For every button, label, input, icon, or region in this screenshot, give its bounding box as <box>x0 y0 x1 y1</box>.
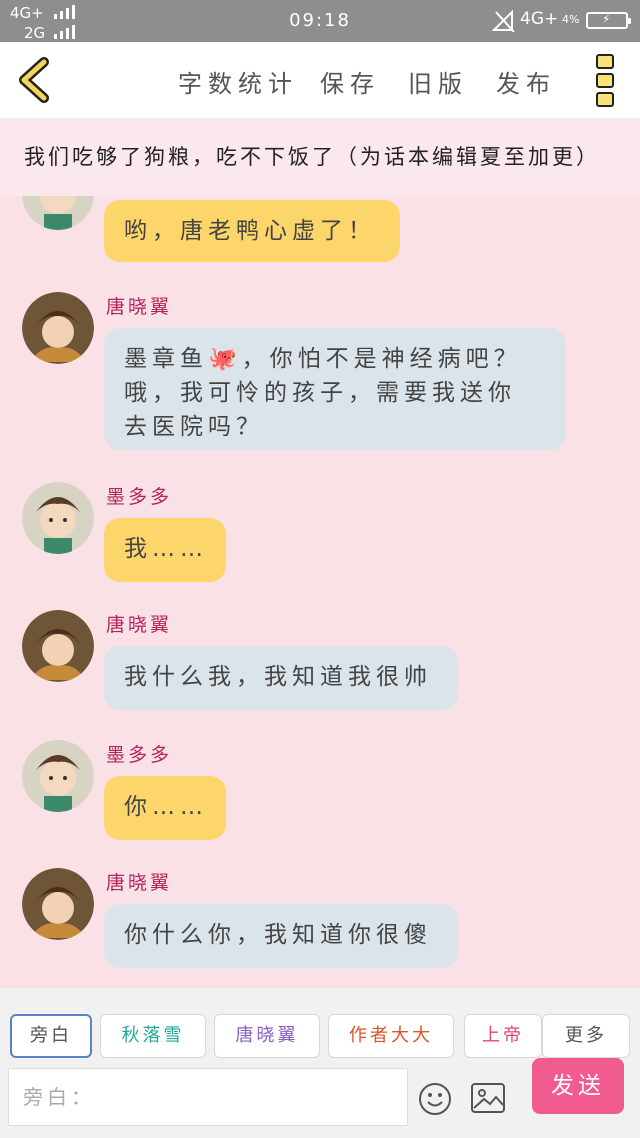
avatar-tangxiaoyi[interactable] <box>22 610 94 682</box>
message-line-2: 哦，我可怜的孩子，需要我送你 <box>124 380 516 406</box>
role-button-author[interactable]: 作者大大 <box>328 1014 454 1058</box>
message-text: 我什么我，我知道我很帅 <box>124 664 432 690</box>
avatar-moduoduo[interactable] <box>22 196 94 230</box>
avatar-moduoduo[interactable] <box>22 740 94 812</box>
battery-percent: 4% <box>562 13 580 26</box>
back-button[interactable] <box>14 56 56 104</box>
role-button-more[interactable]: 更多 <box>542 1014 630 1058</box>
role-button-qiuluoxue[interactable]: 秋落雪 <box>100 1014 206 1058</box>
avatar-moduoduo[interactable] <box>22 482 94 554</box>
role-label: 作者大大 <box>349 1025 433 1046</box>
role-label: 旁白 <box>30 1025 72 1046</box>
message-bubble[interactable]: 我…… <box>104 518 226 582</box>
role-label: 秋落雪 <box>121 1025 185 1046</box>
battery-icon: ⚡ <box>586 12 631 29</box>
chat-area[interactable]: 哟，唐老鸭心虚了！ 唐晓翼 墨章鱼🐙，你怕不是神经病吧？ 哦，我可怜的孩子，需要… <box>0 196 640 988</box>
old-version-button[interactable]: 旧版 <box>408 64 468 99</box>
image-icon[interactable] <box>470 1082 506 1114</box>
message-line-3: 去医院吗？ <box>124 414 264 440</box>
save-button[interactable]: 保存 <box>320 64 380 99</box>
input-prefix: 旁白： <box>23 1085 95 1109</box>
avatar-tangxiaoyi[interactable] <box>22 868 94 940</box>
message-bubble[interactable]: 我什么我，我知道我很帅 <box>104 646 458 710</box>
publish-button[interactable]: 发布 <box>496 64 556 99</box>
speaker-name: 唐晓翼 <box>106 614 173 636</box>
speaker-name: 墨多多 <box>106 744 173 766</box>
message-bubble[interactable]: 你什么你，我知道你很傻 <box>104 904 458 968</box>
role-button-tangxiaoyi[interactable]: 唐晓翼 <box>214 1014 320 1058</box>
message-text: 我…… <box>124 536 208 562</box>
emoji-icon[interactable] <box>418 1082 452 1116</box>
message-input[interactable]: 旁白： <box>8 1068 408 1126</box>
message-line-1: 墨章鱼🐙，你怕不是神经病吧？ <box>124 346 522 372</box>
role-button-god[interactable]: 上帝 <box>464 1014 542 1058</box>
role-label: 上帝 <box>482 1025 524 1046</box>
more-menu-icon[interactable] <box>596 54 616 107</box>
editor-toolbar: 字数统计 保存 旧版 发布 <box>0 42 640 118</box>
message-text: 你什么你，我知道你很傻 <box>124 922 432 948</box>
word-count-button[interactable]: 字数统计 <box>178 64 298 99</box>
send-label: 发送 <box>551 1073 605 1099</box>
role-label: 更多 <box>565 1025 607 1046</box>
message-bubble[interactable]: 墨章鱼🐙，你怕不是神经病吧？ 哦，我可怜的孩子，需要我送你 去医院吗？ <box>104 328 566 450</box>
role-label: 唐晓翼 <box>235 1025 299 1046</box>
composer-panel: 旁白 秋落雪 唐晓翼 作者大大 上帝 更多 旁白： 发送 <box>0 988 640 1138</box>
role-button-narrator[interactable]: 旁白 <box>10 1014 92 1058</box>
speaker-name: 墨多多 <box>106 486 173 508</box>
speaker-name: 唐晓翼 <box>106 296 173 318</box>
message-bubble[interactable]: 你…… <box>104 776 226 840</box>
message-text: 你…… <box>124 794 208 820</box>
send-button[interactable]: 发送 <box>532 1058 624 1114</box>
story-title: 我们吃够了狗粮，吃不下饭了（为话本编辑夏至加更） <box>0 118 640 196</box>
network-type-right: 4G+ <box>520 9 559 29</box>
speaker-name: 唐晓翼 <box>106 872 173 894</box>
message-bubble[interactable]: 哟，唐老鸭心虚了！ <box>104 200 400 262</box>
status-bar: 4G+ 2G 09:18 4G+ 4% ⚡ <box>0 0 640 42</box>
avatar-tangxiaoyi[interactable] <box>22 292 94 364</box>
message-text: 哟，唐老鸭心虚了！ <box>124 218 376 244</box>
signal-off-icon <box>492 10 515 32</box>
